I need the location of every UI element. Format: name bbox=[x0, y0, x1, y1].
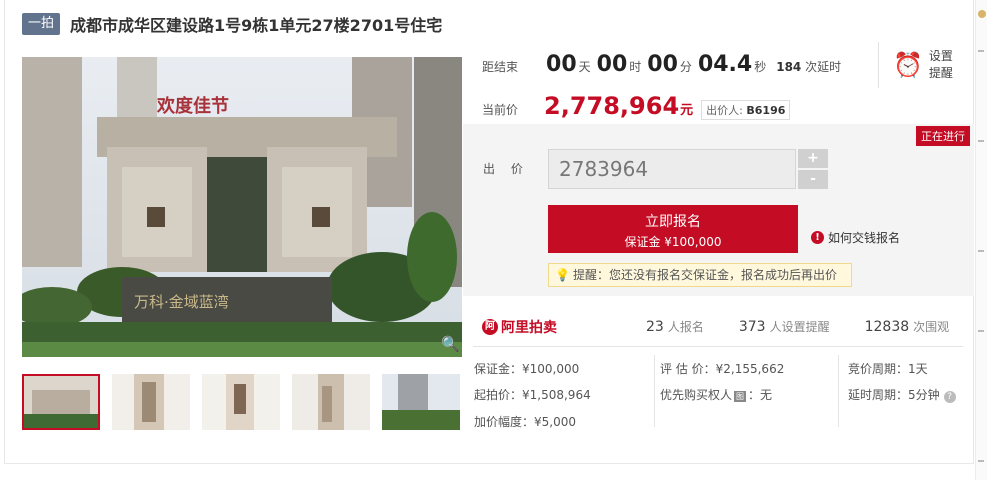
gate-photo: 欢度佳节 万科·金域蓝湾 bbox=[22, 57, 462, 357]
thumbnail-1[interactable] bbox=[22, 374, 100, 430]
countdown-minutes: 00 bbox=[647, 52, 678, 77]
page-title: 成都市成华区建设路1号9栋1单元27楼2701号住宅 bbox=[70, 16, 443, 35]
countdown-days: 00 bbox=[546, 52, 577, 77]
column-divider bbox=[838, 355, 839, 427]
alipaimai-logo[interactable]: 阿 阿里拍卖 bbox=[482, 317, 557, 337]
stat-signups: 23 人报名 bbox=[646, 318, 704, 335]
minutes-unit: 分 bbox=[679, 60, 692, 74]
current-price-row: 当前价 2,778,964 元 出价人: B6196 bbox=[482, 92, 791, 120]
column-divider bbox=[654, 355, 655, 427]
strip-tick bbox=[978, 50, 984, 52]
bid-stepper: + - bbox=[798, 149, 828, 191]
how-to-pay-label: 如何交钱报名 bbox=[828, 231, 901, 245]
seconds-unit: 秒 bbox=[754, 60, 767, 74]
signup-deposit: 保证金 ¥100,000 bbox=[624, 235, 722, 249]
auction-logo-icon: 阿 bbox=[482, 319, 498, 335]
appraisal-info: 评 估 价：¥2,155,662 bbox=[660, 362, 785, 376]
delay-period-text: 延时周期：5分钟 bbox=[848, 388, 940, 402]
stat-label: 次围观 bbox=[913, 320, 950, 334]
stat-number: 373 bbox=[738, 319, 766, 335]
bid-box: 正在进行 出 价 2783964 + - 立即报名 保证金 ¥100,000 !… bbox=[463, 124, 974, 296]
status-badge: 正在进行 bbox=[916, 126, 970, 146]
thumbnail-strip bbox=[22, 374, 462, 432]
thumbnail-image bbox=[292, 374, 370, 430]
bid-amount-input[interactable]: 2783964 bbox=[548, 149, 796, 189]
stat-views: 12838 次围观 bbox=[865, 318, 950, 335]
priority-buyer-info: 优先购买权人图：无 bbox=[660, 386, 772, 403]
thumbnail-2[interactable] bbox=[112, 374, 190, 430]
increment-info: 加价幅度：¥5,000 bbox=[474, 415, 576, 429]
divider bbox=[473, 346, 963, 347]
priority-label: 优先购买权人 bbox=[660, 388, 733, 402]
strip-tick bbox=[978, 460, 984, 462]
thumbnail-4[interactable] bbox=[292, 374, 370, 430]
wall-sign-text: 万科·金域蓝湾 bbox=[134, 293, 229, 311]
info-icon: ! bbox=[811, 231, 824, 244]
signup-title: 立即报名 bbox=[645, 214, 701, 230]
current-price-label: 当前价 bbox=[482, 103, 519, 117]
thumbnail-image bbox=[112, 374, 190, 430]
decrement-button[interactable]: - bbox=[798, 170, 828, 189]
banner-sign-text: 欢度佳节 bbox=[156, 95, 229, 117]
thumbnail-5[interactable] bbox=[382, 374, 460, 430]
reminder-tip: 💡 提醒：您还没有报名交保证金，报名成功后再出价 bbox=[548, 263, 852, 287]
priority-value: ：无 bbox=[748, 388, 773, 402]
extension-count: 184 bbox=[776, 60, 802, 74]
strip-tick bbox=[978, 140, 984, 142]
how-to-pay-link[interactable]: ! 如何交钱报名 bbox=[811, 229, 900, 246]
alarm-clock-icon: ⏰ bbox=[893, 51, 923, 79]
bidder-id: B6196 bbox=[746, 104, 786, 117]
main-photo[interactable]: 欢度佳节 万科·金域蓝湾 🔍 bbox=[22, 57, 462, 357]
hours-unit: 时 bbox=[629, 60, 642, 74]
increment-button[interactable]: + bbox=[798, 149, 828, 168]
bidder-label: 出价人: bbox=[706, 104, 743, 117]
bidder-badge: 出价人: B6196 bbox=[701, 100, 791, 120]
strip-marker bbox=[978, 10, 986, 18]
reminder-label: 设置提醒 bbox=[928, 49, 953, 80]
delay-period-info: 延时周期：5分钟? bbox=[848, 386, 956, 403]
right-scroll-strip bbox=[975, 0, 987, 480]
auction-stats: 23 人报名 373 人设置提醒 12838 次围观 bbox=[646, 318, 984, 335]
thumbnail-image bbox=[202, 374, 280, 430]
page-header: 一拍 成都市成华区建设路1号9栋1单元27楼2701号住宅 bbox=[22, 12, 442, 36]
current-price-value: 2,778,964 bbox=[544, 92, 680, 120]
magnifier-icon[interactable]: 🔍 bbox=[441, 335, 460, 353]
thumbnail-3[interactable] bbox=[202, 374, 280, 430]
countdown-label: 距结束 bbox=[482, 60, 519, 74]
stat-reminders: 373 人设置提醒 bbox=[739, 318, 830, 335]
extension-info: 184 次延时 bbox=[776, 58, 841, 75]
thumbnail-image bbox=[382, 374, 460, 430]
set-reminder-button[interactable]: ⏰ 设置提醒 bbox=[878, 42, 968, 88]
bidding-period-info: 竞价周期：1天 bbox=[848, 362, 928, 376]
stat-number: 23 bbox=[646, 319, 664, 335]
tip-text: 提醒：您还没有报名交保证金，报名成功后再出价 bbox=[572, 268, 837, 282]
brand-name: 阿里拍卖 bbox=[501, 320, 557, 336]
extension-label: 次延时 bbox=[805, 60, 842, 74]
help-icon[interactable]: ? bbox=[943, 391, 956, 403]
deposit-info: 保证金：¥100,000 bbox=[474, 362, 580, 376]
start-price-info: 起拍价：¥1,508,964 bbox=[474, 388, 591, 402]
days-unit: 天 bbox=[578, 60, 591, 74]
priority-image-icon[interactable]: 图 bbox=[734, 391, 747, 402]
stat-label: 人设置提醒 bbox=[769, 320, 830, 334]
price-unit: 元 bbox=[680, 103, 694, 118]
countdown-row: 距结束 00 天 00 时 00 分 04.4 秒 184 次延时 bbox=[482, 52, 841, 77]
countdown-hours: 00 bbox=[596, 52, 628, 77]
stat-number: 12838 bbox=[864, 319, 910, 335]
lightbulb-icon: 💡 bbox=[555, 268, 570, 282]
bid-label: 出 价 bbox=[483, 162, 529, 176]
signup-button[interactable]: 立即报名 保证金 ¥100,000 bbox=[548, 205, 798, 253]
strip-tick bbox=[978, 250, 984, 252]
countdown-seconds: 04.4 bbox=[697, 52, 753, 77]
stat-label: 人报名 bbox=[667, 320, 704, 334]
thumbnail-image bbox=[24, 376, 98, 428]
auction-round-tag: 一拍 bbox=[22, 13, 61, 35]
